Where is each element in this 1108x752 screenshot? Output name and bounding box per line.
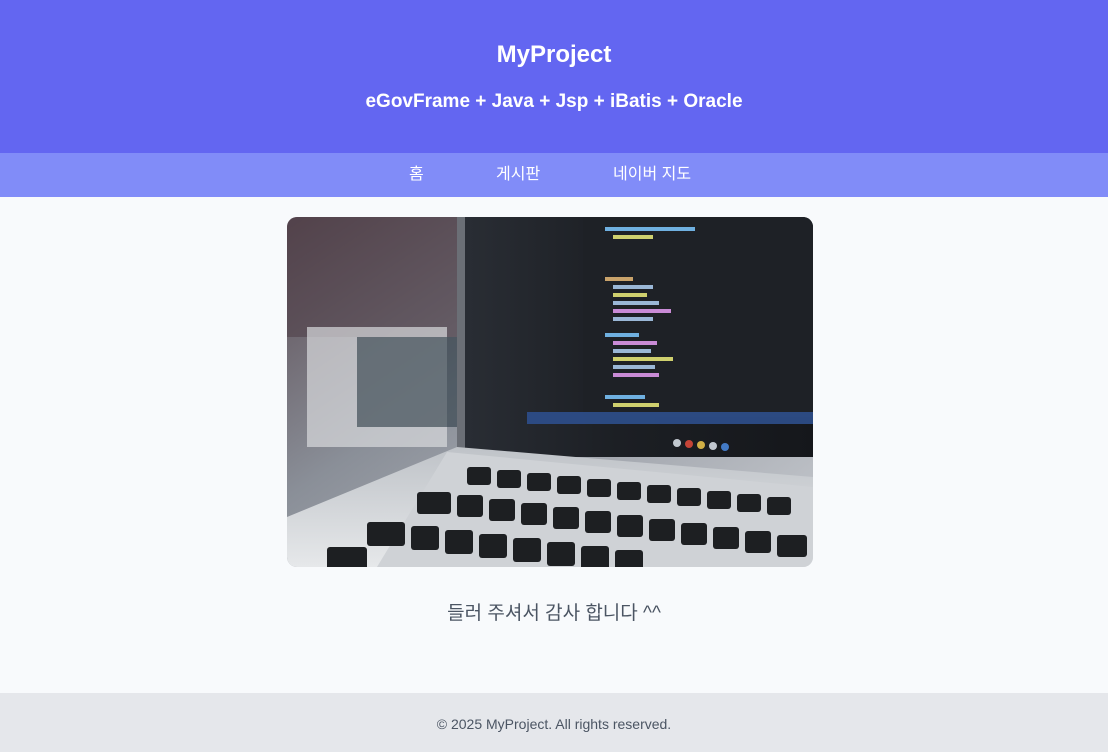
site-subtitle: eGovFrame + Java + Jsp + iBatis + Oracle — [365, 91, 743, 112]
site-title: MyProject — [496, 41, 612, 68]
site-header: MyProject eGovFrame + Java + Jsp + iBati… — [0, 0, 1108, 153]
site-footer: © 2025 MyProject. All rights reserved. — [0, 693, 1108, 752]
main-nav: 홈 게시판 네이버 지도 — [0, 153, 1108, 197]
nav-item-board[interactable]: 게시판 — [496, 153, 540, 197]
hero-image — [287, 217, 813, 567]
nav-item-naver-map[interactable]: 네이버 지도 — [613, 153, 691, 197]
nav-item-home[interactable]: 홈 — [409, 153, 424, 197]
thanks-message: 들러 주셔서 감사 합니다 ^^ — [447, 603, 661, 624]
copyright-text: © 2025 MyProject. All rights reserved. — [436, 716, 672, 732]
